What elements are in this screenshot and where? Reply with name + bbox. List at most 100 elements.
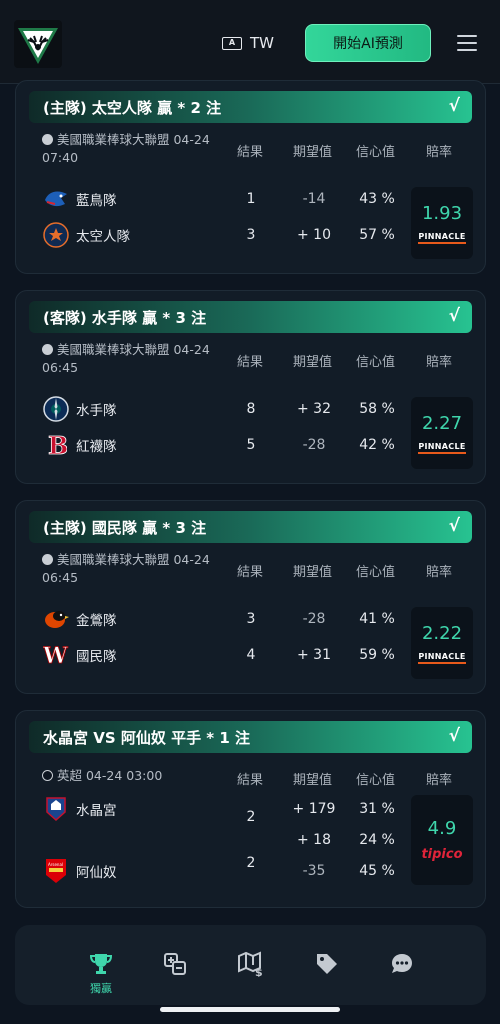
nationals-logo-icon: W (42, 641, 70, 669)
mariners-logo-icon (42, 395, 70, 423)
trophy-icon[interactable] (86, 949, 116, 979)
col-result: 結果 (237, 773, 264, 788)
col-ev: 期望值 (293, 565, 333, 580)
prediction-card[interactable]: (客隊) 水手隊 贏 * 3 注 √ 美國職業棒球大聯盟 04-24 06:45… (15, 290, 486, 484)
baseball-icon (42, 344, 53, 355)
result-value: 1 (246, 191, 256, 207)
confidence-value: 24 % (359, 832, 395, 848)
league-info: 英超 04-24 03:00 (42, 767, 222, 785)
arsenal-logo-icon: Arsenal (42, 857, 70, 885)
col-confidence: 信心值 (356, 355, 396, 370)
language-switch[interactable]: A TW (222, 34, 274, 52)
bottom-nav: 獨贏 $ (15, 925, 486, 1005)
ev-value: + 32 (297, 401, 331, 417)
bookmaker-logo: PINNACLE (418, 652, 466, 664)
col-ev: 期望值 (293, 355, 333, 370)
bookmaker-logo: PINNACLE (418, 442, 466, 454)
svg-text:W: W (43, 643, 68, 668)
prediction-card[interactable]: (主隊) 太空人隊 贏 * 2 注 √ 美國職業棒球大聯盟 04-24 07:4… (15, 80, 486, 274)
home-indicator[interactable] (160, 1007, 340, 1012)
chat-icon[interactable] (387, 949, 417, 979)
language-label: TW (250, 34, 274, 52)
ev-value: -28 (302, 437, 326, 453)
col-result: 結果 (237, 565, 264, 580)
ev-value: -14 (302, 191, 326, 207)
col-odds: 賠率 (426, 355, 453, 370)
check-icon: √ (448, 726, 460, 746)
svg-text:Arsenal: Arsenal (48, 862, 63, 867)
check-icon: √ (448, 306, 460, 326)
ev-value: + 18 (297, 832, 331, 848)
confidence-value: 58 % (359, 401, 395, 417)
odds-value: 1.93 (421, 202, 463, 224)
team-row: 藍鳥隊 (42, 185, 117, 213)
league-info: 美國職業棒球大聯盟 04-24 06:45 (42, 342, 210, 375)
prediction-banner: (主隊) 國民隊 贏 * 3 注 √ (29, 511, 472, 543)
ev-value: -35 (302, 863, 326, 879)
svg-text:$: $ (255, 966, 263, 977)
col-ev: 期望值 (293, 145, 333, 160)
team-row: 太空人隊 (42, 221, 130, 249)
odds-box[interactable]: 2.27 PINNACLE (411, 397, 473, 469)
result-value: 3 (246, 611, 256, 627)
odds-box[interactable]: 2.22 PINNACLE (411, 607, 473, 679)
odds-box[interactable]: 1.93 PINNACLE (411, 187, 473, 259)
prediction-card[interactable]: 水晶宮 VS 阿仙奴 平手 * 1 注 √ 英超 04-24 03:00 結果 … (15, 710, 486, 908)
ev-value: + 10 (297, 227, 331, 243)
result-value: 2 (246, 809, 256, 825)
map-dollar-icon[interactable]: $ (236, 949, 266, 979)
confidence-value: 57 % (359, 227, 395, 243)
check-icon: √ (448, 516, 460, 536)
col-ev: 期望值 (293, 773, 333, 788)
prediction-banner: (客隊) 水手隊 贏 * 3 注 √ (29, 301, 472, 333)
prediction-banner: (主隊) 太空人隊 贏 * 2 注 √ (29, 91, 472, 123)
ev-value: + 179 (292, 801, 336, 817)
league-info: 美國職業棒球大聯盟 04-24 07:40 (42, 132, 210, 165)
hamburger-icon[interactable] (457, 35, 477, 51)
confidence-value: 45 % (359, 863, 395, 879)
odds-value: 4.9 (427, 818, 457, 839)
result-value: 8 (246, 401, 256, 417)
translate-icon: A (222, 36, 242, 50)
odds-value: 2.22 (421, 622, 463, 644)
result-value: 3 (246, 227, 256, 243)
col-odds: 賠率 (426, 773, 453, 788)
confidence-value: 41 % (359, 611, 395, 627)
odds-value: 2.27 (421, 412, 463, 434)
check-icon: √ (448, 96, 460, 116)
prediction-card[interactable]: (主隊) 國民隊 贏 * 3 注 √ 美國職業棒球大聯盟 04-24 06:45… (15, 500, 486, 694)
col-confidence: 信心值 (356, 145, 396, 160)
result-value: 4 (246, 647, 256, 663)
team-row: B 紅襪隊 (42, 431, 117, 459)
bookmaker-logo: PINNACLE (418, 232, 466, 244)
tag-icon[interactable] (312, 949, 342, 979)
odds-box[interactable]: 4.9 tipico (411, 795, 473, 885)
soccer-ball-icon (42, 770, 53, 781)
team-row: 水晶宮 (42, 795, 117, 823)
prediction-banner: 水晶宮 VS 阿仙奴 平手 * 1 注 √ (29, 721, 472, 753)
col-confidence: 信心值 (356, 565, 396, 580)
col-odds: 賠率 (426, 145, 453, 160)
team-row: 水手隊 (42, 395, 117, 423)
red-sox-logo-icon: B (42, 431, 70, 459)
ev-value: + 31 (297, 647, 331, 663)
result-value: 2 (246, 855, 256, 871)
confidence-value: 59 % (359, 647, 395, 663)
astros-logo-icon (42, 221, 70, 249)
app-header: A TW 開始AI預測 (0, 0, 500, 84)
start-ai-prediction-button[interactable]: 開始AI預測 (305, 24, 431, 62)
baseball-icon (42, 134, 53, 145)
svg-text:B: B (48, 432, 67, 458)
blue-jays-logo-icon (42, 185, 70, 213)
confidence-value: 43 % (359, 191, 395, 207)
nav-label-moneyline: 獨贏 (90, 982, 112, 995)
ev-value: -28 (302, 611, 326, 627)
confidence-value: 31 % (359, 801, 395, 817)
orioles-logo-icon (42, 605, 70, 633)
league-info: 美國職業棒球大聯盟 04-24 06:45 (42, 552, 210, 585)
baseball-icon (42, 554, 53, 565)
deer-logo-icon[interactable] (14, 20, 62, 68)
swap-icon[interactable] (160, 949, 190, 979)
bookmaker-logo: tipico (421, 847, 463, 862)
confidence-value: 42 % (359, 437, 395, 453)
